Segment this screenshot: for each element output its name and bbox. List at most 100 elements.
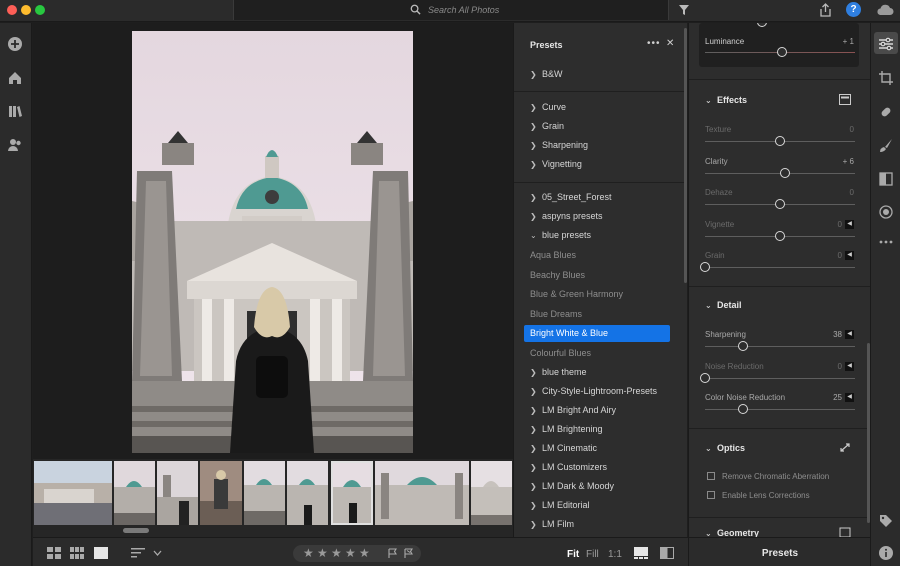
geometry-options-icon[interactable] [839, 527, 851, 537]
slider-value[interactable]: 0 [817, 362, 842, 371]
people-icon[interactable] [7, 137, 23, 153]
preset-item[interactable]: Blue & Green Harmony [530, 289, 623, 303]
slider-knob[interactable] [775, 230, 785, 241]
optics-edit-icon[interactable] [839, 442, 851, 453]
more-options-icon[interactable]: ••• [647, 38, 661, 49]
zoom-window-button[interactable] [35, 5, 45, 15]
preset-group[interactable]: ❯ Curve [530, 102, 566, 116]
share-icon[interactable] [819, 3, 832, 17]
preset-group[interactable]: ❯ Sharpening [530, 140, 588, 154]
preset-group[interactable]: ❯ Grain [530, 121, 564, 135]
preset-group[interactable]: ❯ LM Bright And Airy [530, 405, 616, 419]
preset-group[interactable]: ❯ LM Film [530, 519, 574, 533]
preset-group[interactable]: ❯ B&W [530, 69, 563, 83]
slider-knob[interactable] [737, 404, 748, 414]
search-bar[interactable]: Search All Photos [233, 0, 669, 20]
reset-arrow-icon[interactable]: ◀ [845, 219, 854, 229]
chromatic-aberration-checkbox[interactable] [707, 472, 715, 480]
brush-icon[interactable] [878, 137, 894, 153]
main-photo[interactable] [132, 31, 413, 453]
preset-group[interactable]: ❯ LM Cinematic [530, 443, 597, 457]
preset-group[interactable]: ❯ 05_Street_Forest [530, 192, 612, 206]
filmstrip-thumbnail[interactable] [157, 461, 198, 525]
filmstrip-thumbnail[interactable] [375, 461, 469, 525]
filmstrip-thumbnail[interactable] [471, 461, 512, 525]
chevron-down-icon[interactable] [153, 547, 162, 559]
info-icon[interactable] [878, 545, 894, 561]
tag-icon[interactable] [878, 513, 894, 529]
square-grid-icon[interactable] [47, 547, 61, 559]
detail-section-header[interactable]: ⌄ Detail [705, 300, 742, 310]
slider-knob[interactable] [775, 199, 785, 209]
slider-knob[interactable] [757, 23, 767, 27]
slider-value[interactable]: 0 [817, 220, 842, 229]
add-photos-icon[interactable] [7, 36, 23, 52]
close-icon[interactable]: ✕ [666, 38, 674, 49]
detail-view-icon[interactable] [94, 547, 108, 559]
home-icon[interactable] [7, 70, 23, 86]
preset-group[interactable]: ❯ aspyns presets [530, 211, 603, 225]
slider-value[interactable]: 38 [817, 330, 842, 339]
before-after-icon[interactable] [634, 547, 648, 559]
slider-knob[interactable] [779, 167, 790, 178]
preset-group-expanded[interactable]: ⌄ blue presets [530, 230, 591, 244]
preset-group[interactable]: ❯ Vignetting [530, 159, 582, 173]
filmstrip-thumbnail[interactable] [200, 461, 242, 525]
slider-value[interactable]: 25 [817, 393, 842, 402]
filter-icon[interactable] [678, 4, 690, 16]
slider-value[interactable]: 0 [829, 125, 854, 134]
preset-item-selected[interactable]: Bright White & Blue [524, 325, 670, 342]
slider-knob[interactable] [700, 372, 710, 383]
slider-track[interactable] [705, 409, 855, 410]
zoom-1to1-button[interactable]: 1:1 [608, 549, 622, 560]
optics-section-header[interactable]: ⌄ Optics [705, 443, 745, 453]
crop-icon[interactable] [878, 70, 894, 86]
star-3[interactable]: ★ [331, 546, 342, 560]
reset-arrow-icon[interactable]: ◀ [845, 393, 854, 402]
compare-icon[interactable] [660, 547, 674, 559]
lens-corrections-checkbox[interactable] [707, 491, 715, 499]
help-icon[interactable]: ? [846, 2, 861, 17]
geometry-section-header[interactable]: ⌄ Geometry [705, 528, 759, 537]
zoom-fill-button[interactable]: Fill [586, 549, 599, 560]
filmstrip-thumbnail[interactable] [114, 461, 155, 525]
preset-item[interactable]: Aqua Blues [530, 250, 576, 264]
slider-track[interactable] [705, 377, 855, 379]
star-4[interactable]: ★ [345, 546, 356, 560]
effects-options-icon[interactable] [839, 94, 851, 105]
star-2[interactable]: ★ [317, 546, 328, 560]
presets-button[interactable]: Presets [688, 537, 870, 566]
preset-group[interactable]: ❯ LM Customizers [530, 462, 607, 476]
preset-item[interactable]: Colourful Blues [530, 348, 591, 362]
flag-reject-icon[interactable] [403, 548, 414, 559]
preset-group[interactable]: ❯ LM Brightening [530, 424, 603, 438]
slider-knob[interactable] [775, 136, 785, 146]
slider-value[interactable]: + 6 [829, 157, 854, 166]
flag-pick-icon[interactable] [387, 548, 398, 559]
slider-value[interactable]: 0 [817, 251, 842, 260]
slider-value[interactable]: 0 [829, 188, 854, 197]
filmstrip-scrollbar[interactable] [123, 528, 149, 533]
cloud-icon[interactable] [876, 3, 894, 16]
preset-group[interactable]: ❯ blue theme [530, 367, 587, 381]
preset-group[interactable]: ❯ LM Editorial [530, 500, 590, 514]
sort-icon[interactable] [131, 547, 145, 559]
effects-section-header[interactable]: ⌄ Effects [705, 95, 747, 105]
filmstrip[interactable] [33, 459, 513, 537]
filmstrip-thumbnail[interactable] [34, 461, 112, 525]
linear-gradient-icon[interactable] [878, 171, 894, 187]
slider-track[interactable] [705, 267, 855, 268]
star-1[interactable]: ★ [303, 546, 314, 560]
library-icon[interactable] [7, 103, 23, 119]
radial-gradient-icon[interactable] [878, 204, 894, 220]
photo-grid-icon[interactable] [70, 547, 84, 559]
filmstrip-thumbnail-selected[interactable] [331, 461, 373, 525]
preset-item[interactable]: Beachy Blues [530, 270, 585, 284]
slider-knob[interactable] [700, 262, 710, 272]
healing-icon[interactable] [878, 104, 894, 120]
more-tools-icon[interactable] [878, 234, 894, 250]
luminance-value[interactable]: + 1 [829, 37, 854, 46]
close-window-button[interactable] [7, 5, 17, 15]
edit-sliders-icon[interactable] [878, 36, 894, 52]
zoom-fit-button[interactable]: Fit [567, 549, 579, 560]
